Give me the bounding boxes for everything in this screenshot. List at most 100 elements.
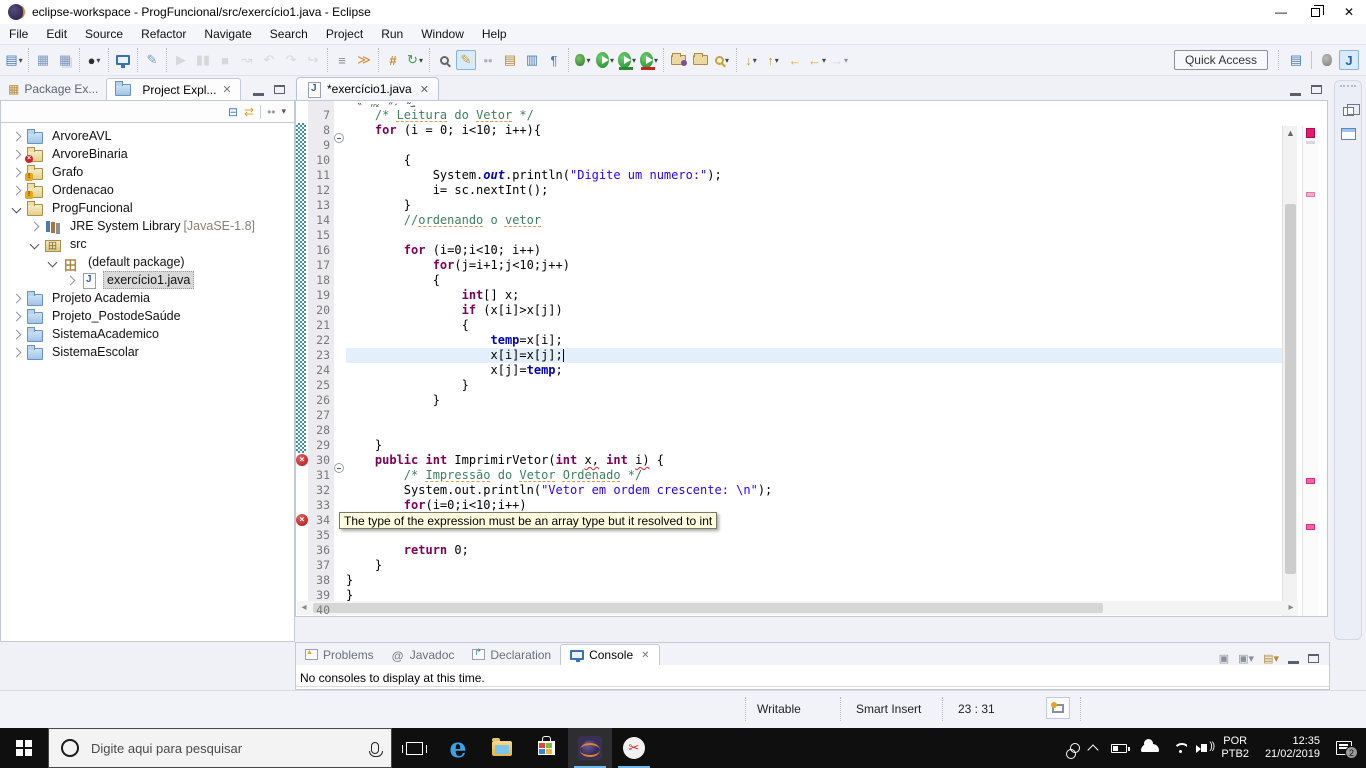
vertical-scroll-thumb[interactable] — [1285, 204, 1296, 574]
open-console-dropdown-icon[interactable]: ▤▾ — [1263, 652, 1279, 665]
menu-edit[interactable]: Edit — [37, 25, 76, 43]
menu-run[interactable]: Run — [372, 25, 412, 43]
close-editor-tab-icon[interactable]: ✕ — [420, 83, 429, 96]
view-menu-icon[interactable]: ▾ — [281, 106, 286, 117]
editor-tab[interactable]: *exercício1.java ✕ — [296, 77, 439, 100]
maximize-editor-button[interactable] — [1311, 85, 1322, 94]
error-marker-icon[interactable]: × — [296, 514, 308, 526]
vertical-scrollbar[interactable]: ▲ ▼ — [1282, 126, 1298, 616]
chevron-right-icon[interactable] — [11, 293, 22, 303]
tree-item-sistemaacademico[interactable]: SistemaAcademico — [1, 325, 294, 343]
code-line-33[interactable]: 33 for(i=0;i<10;i++) — [296, 498, 772, 513]
outline-view-icon[interactable] — [1340, 128, 1356, 140]
overview-mark-error-34[interactable] — [1306, 524, 1315, 530]
code-line-9[interactable]: 9 — [296, 138, 772, 153]
tree-item-projeto-academia[interactable]: Projeto Academia — [1, 289, 294, 307]
run-icon[interactable]: ▾ — [595, 50, 615, 70]
chevron-right-icon[interactable] — [11, 131, 22, 141]
menu-navigate[interactable]: Navigate — [195, 25, 260, 43]
store-button[interactable] — [524, 728, 568, 768]
display-console-icon[interactable]: ▣▾ — [1238, 652, 1254, 665]
code-line-38[interactable]: 38} — [296, 573, 772, 588]
debug-icon[interactable]: ▾ — [573, 50, 593, 70]
pin-console-icon[interactable]: ▣ — [1219, 652, 1229, 665]
scroll-up-icon[interactable]: ▲ — [1283, 126, 1298, 141]
code-line-12[interactable]: 12 i= sc.nextInt(); — [296, 183, 772, 198]
coverage-icon[interactable]: ▾ — [617, 50, 637, 70]
tree-item-jre-system-library[interactable]: JRE System Library [JavaSE-1.8] — [1, 217, 294, 235]
forward-history-icon[interactable]: → ▾ — [829, 50, 849, 70]
tray-expand-icon[interactable] — [1087, 744, 1100, 756]
eclipse-taskbar-button[interactable] — [568, 728, 612, 768]
tree-item-sistemaescolar[interactable]: SistemaEscolar — [1, 343, 294, 361]
chevron-down-icon[interactable] — [11, 203, 22, 213]
resume-icon[interactable]: ▶ — [171, 50, 191, 70]
microphone-icon[interactable] — [369, 742, 383, 757]
restore-button[interactable] — [1298, 0, 1332, 24]
tree-item-progfuncional[interactable]: ProgFuncional — [1, 199, 294, 217]
chevron-right-icon[interactable] — [11, 329, 22, 339]
close-button[interactable]: ✕ — [1332, 0, 1366, 24]
file-explorer-button[interactable] — [480, 728, 524, 768]
console-tab-declaration[interactable]: Declaration — [463, 644, 560, 665]
import-project-icon[interactable] — [668, 50, 688, 70]
strip-grip[interactable] — [1340, 85, 1356, 93]
code-line-18[interactable]: 18 { — [296, 273, 772, 288]
code-editor[interactable]: ‶ ʺ˟ ˝ˊ ˜˞ 7 /* Leitura do Vetor */8 for… — [295, 100, 1328, 617]
show-whitespace-icon[interactable]: ¶ — [544, 50, 564, 70]
last-edit-location-icon[interactable]: ← — [785, 50, 805, 70]
save-icon[interactable]: ▦ — [33, 50, 53, 70]
code-line-8[interactable]: 8 for (i = 0; i<10; i++){ — [296, 123, 772, 143]
collapse-all-icon[interactable]: ⊟ — [228, 105, 238, 119]
code-line-16[interactable]: 16 for (i=0;i<10; i++) — [296, 243, 772, 258]
clock[interactable]: 12:35 21/02/2019 — [1265, 735, 1320, 761]
new-java-package-icon[interactable]: # — [383, 50, 403, 70]
code-line-26[interactable]: 26 } — [296, 393, 772, 408]
terminate-icon[interactable]: ■ — [215, 50, 235, 70]
tree-item-arvorebinaria[interactable]: × ArvoreBinaria — [1, 145, 294, 163]
tree-item-projeto-postodesa-de[interactable]: Projeto_PostodeSaúde — [1, 307, 294, 325]
code-line-30[interactable]: × 30 public int ImprimirVetor(int x, int … — [296, 453, 772, 473]
menu-file[interactable]: File — [0, 25, 37, 43]
tree-item-src[interactable]: src — [1, 235, 294, 253]
code-line-27[interactable]: 27 — [296, 408, 772, 423]
chevron-right-icon[interactable] — [11, 185, 22, 195]
code-line-37[interactable]: 37 } — [296, 558, 772, 573]
wifi-icon[interactable] — [1173, 743, 1187, 753]
onedrive-icon[interactable] — [1141, 739, 1160, 752]
code-line-11[interactable]: 11 System.out.println("Digite um numero:… — [296, 168, 772, 183]
code-line-20[interactable]: 20 if (x[i]>x[j]) — [296, 303, 772, 318]
code-line-23[interactable]: 23 x[i]=x[j]; — [296, 348, 772, 363]
console-tab-problems[interactable]: Problems — [296, 644, 383, 665]
code-line-35[interactable]: 35 — [296, 528, 772, 543]
error-marker-icon[interactable]: × — [296, 454, 308, 466]
filter-icon[interactable]: ≫ — [354, 50, 374, 70]
task-view-button[interactable] — [392, 728, 436, 768]
open-project-icon[interactable] — [690, 50, 710, 70]
chevron-right-icon[interactable] — [65, 275, 76, 285]
maximize-view-button[interactable] — [274, 85, 285, 94]
show-source-icon[interactable]: ▥ — [522, 50, 542, 70]
restore-views-icon[interactable] — [1342, 104, 1360, 116]
code-line-15[interactable]: 15 — [296, 228, 772, 243]
code-line-36[interactable]: 36 return 0; — [296, 543, 772, 558]
chevron-right-icon[interactable] — [11, 149, 22, 159]
code-line-24[interactable]: 24 x[j]=temp; — [296, 363, 772, 378]
chevron-down-icon[interactable] — [47, 257, 58, 267]
edge-button[interactable]: e — [436, 728, 480, 768]
minimize-editor-button[interactable] — [1290, 93, 1301, 96]
step-over-icon[interactable]: ↷ — [281, 50, 301, 70]
plug-search-icon[interactable] — [434, 50, 454, 70]
code-line-13[interactable]: 13 } — [296, 198, 772, 213]
quick-access-box[interactable]: Quick Access — [1173, 50, 1268, 70]
status-launch-icon[interactable] — [1046, 697, 1070, 719]
prev-annotation-icon[interactable]: ↑ ▾ — [763, 50, 783, 70]
code-line-10[interactable]: 10 { — [296, 153, 772, 168]
tree-item-arvoreavl[interactable]: ArvoreAVL — [1, 127, 294, 145]
skip-all-breakpoints-icon[interactable]: ≡ — [332, 50, 352, 70]
step-into-icon[interactable]: ↶ — [259, 50, 279, 70]
action-center-icon[interactable]: 2 — [1336, 741, 1358, 759]
console-tab-javadoc[interactable]: Javadoc — [383, 644, 464, 665]
horizontal-scrollbar[interactable]: ◂ ▸ — [297, 601, 1298, 615]
code-line-14[interactable]: 14 //ordenando o vetor — [296, 213, 772, 228]
